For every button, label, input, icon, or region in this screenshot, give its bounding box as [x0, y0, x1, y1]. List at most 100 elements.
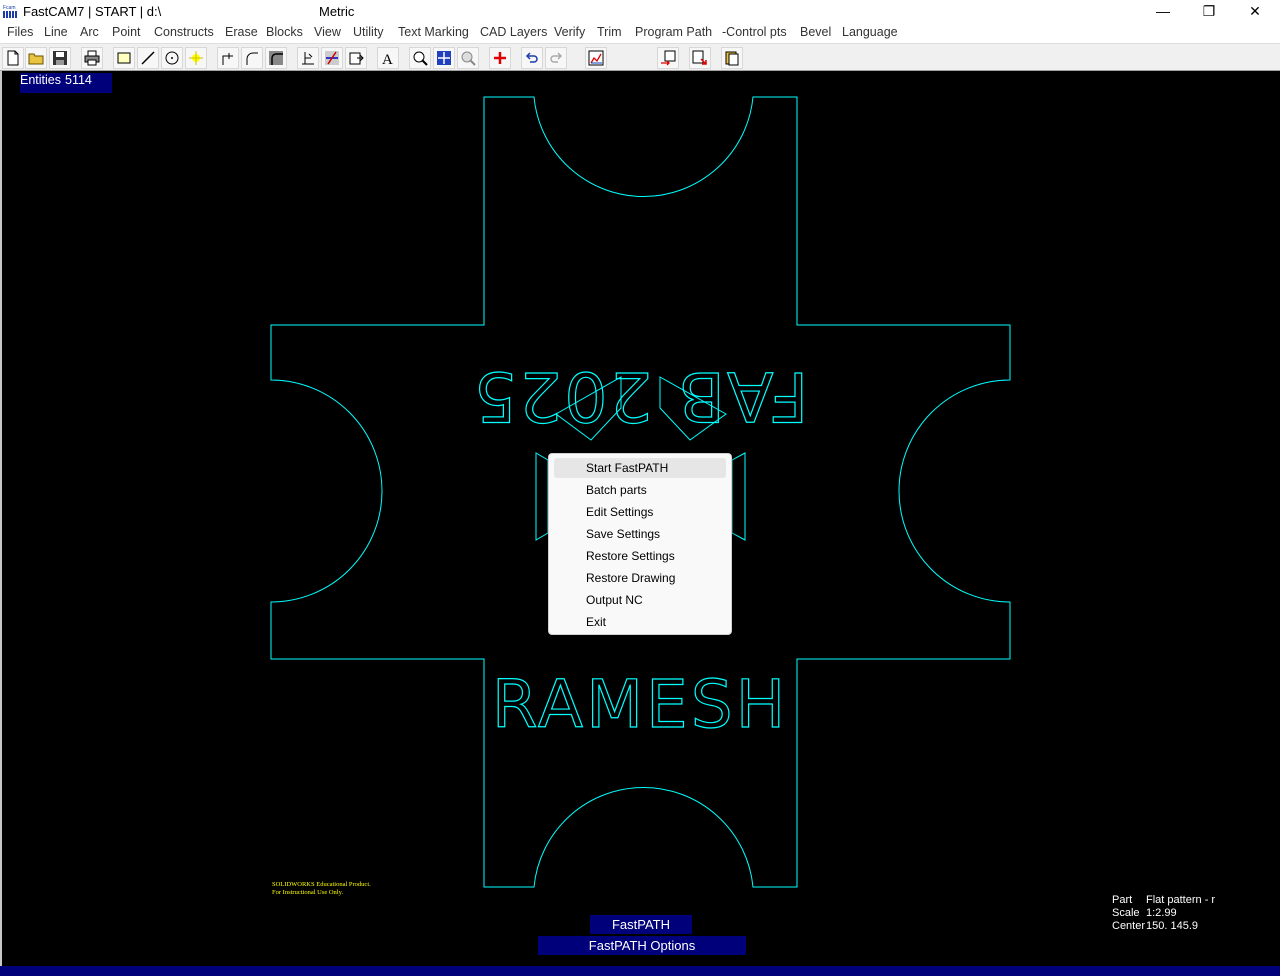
export-button[interactable]: [689, 47, 711, 69]
menu-language[interactable]: Language: [842, 25, 898, 39]
fastpath-label: FastPATH: [590, 915, 692, 934]
line-icon: [141, 51, 155, 65]
line-button[interactable]: [137, 47, 159, 69]
library-icon: [725, 51, 739, 66]
menu-point[interactable]: Point: [112, 25, 141, 39]
part-value: Flat pattern - r: [1146, 894, 1216, 906]
open-folder-icon: [28, 53, 44, 65]
side-wedge-left: [535, 452, 549, 541]
side-wedge-right: [731, 452, 746, 541]
print-button[interactable]: [81, 47, 103, 69]
block-insert-icon: [349, 52, 364, 65]
fillet-button[interactable]: [217, 47, 239, 69]
zoom-previous-button[interactable]: [457, 47, 479, 69]
menu-verify[interactable]: Verify: [554, 25, 585, 39]
arc-icon: [246, 52, 258, 65]
menu-exit[interactable]: Exit: [554, 612, 726, 632]
center-value: 150. 145.9: [1146, 920, 1198, 932]
circle-icon: [165, 51, 179, 65]
text-button[interactable]: A: [377, 47, 399, 69]
scale-label: Scale: [1112, 907, 1140, 919]
svg-text:A: A: [382, 52, 393, 66]
menu-view[interactable]: View: [314, 25, 341, 39]
menu-control-pts[interactable]: -Control pts: [722, 25, 787, 39]
zoom-all-icon: [437, 51, 451, 65]
fillet-icon: [222, 53, 233, 65]
add-cross-button[interactable]: [489, 47, 511, 69]
fastpath-context-menu: Start FastPATH Batch parts Edit Settings…: [548, 453, 732, 635]
menu-bevel[interactable]: Bevel: [800, 25, 831, 39]
library-button[interactable]: [721, 47, 743, 69]
menu-files[interactable]: Files: [7, 25, 33, 39]
window-title: FastCAM7 | START | d:\: [23, 4, 162, 19]
entities-label: Entities: [20, 73, 61, 87]
title-bar: Fcam FastCAM7 | START | d:\ Metric — ❐ ✕: [0, 0, 1280, 22]
menu-output-nc[interactable]: Output NC: [554, 590, 726, 610]
arc-button[interactable]: [241, 47, 263, 69]
menu-blocks[interactable]: Blocks: [266, 25, 303, 39]
menu-bar: Files Line Arc Point Constructs Erase Bl…: [0, 22, 1280, 43]
circle-button[interactable]: [161, 47, 183, 69]
chamfer-button[interactable]: [265, 47, 287, 69]
menu-erase[interactable]: Erase: [225, 25, 258, 39]
save-icon: [53, 51, 67, 65]
engraved-text-bottom: RAMESH: [492, 666, 789, 743]
point-star-icon: [189, 51, 203, 65]
scale-value: 1:2.99: [1146, 907, 1177, 919]
menu-restore-settings[interactable]: Restore Settings: [554, 546, 726, 566]
part-info: Part Flat pattern - r Scale 1:2.99 Center1…: [1112, 894, 1215, 933]
units-label: Metric: [319, 4, 355, 19]
menu-restore-drawing[interactable]: Restore Drawing: [554, 568, 726, 588]
new-file-button[interactable]: [2, 47, 24, 69]
zoom-previous-icon: [461, 51, 476, 66]
entities-counter: Entities 5114: [20, 73, 112, 93]
point-button[interactable]: [185, 47, 207, 69]
new-file-icon: [7, 50, 19, 66]
zoom-all-button[interactable]: [433, 47, 455, 69]
rectangle-button[interactable]: [113, 47, 135, 69]
bottom-status-strip: [0, 966, 1280, 976]
zoom-window-button[interactable]: [409, 47, 431, 69]
close-button[interactable]: ✕: [1232, 0, 1278, 22]
add-cross-icon: [494, 52, 506, 64]
cut-button[interactable]: [321, 47, 343, 69]
menu-trim[interactable]: Trim: [597, 25, 622, 39]
maximize-button[interactable]: ❐: [1186, 0, 1232, 22]
print-icon: [84, 50, 100, 66]
menu-utility[interactable]: Utility: [353, 25, 384, 39]
menu-text-marking[interactable]: Text Marking: [398, 25, 469, 39]
menu-edit-settings[interactable]: Edit Settings: [554, 502, 726, 522]
nc-output-icon: [661, 50, 676, 66]
minimize-button[interactable]: —: [1140, 0, 1186, 22]
trim-button[interactable]: [297, 47, 319, 69]
edu-note-line2: For Instructional Use Only.: [272, 889, 344, 896]
part-label: Part: [1112, 894, 1133, 906]
chart-button[interactable]: [585, 47, 607, 69]
edu-note-line1: SOLIDWORKS Educational Product.: [272, 881, 371, 888]
menu-cad-layers[interactable]: CAD Layers: [480, 25, 547, 39]
menu-arc[interactable]: Arc: [80, 25, 99, 39]
undo-button[interactable]: [521, 47, 543, 69]
toolbar: A: [0, 43, 1280, 71]
nc-output-button[interactable]: [657, 47, 679, 69]
rectangle-icon: [117, 52, 131, 64]
undo-icon: [525, 52, 538, 63]
block-insert-button[interactable]: [345, 47, 367, 69]
cut-icon: [325, 51, 339, 65]
engraved-text-top: FAB 2025: [472, 356, 809, 435]
menu-save-settings[interactable]: Save Settings: [554, 524, 726, 544]
menu-line[interactable]: Line: [44, 25, 68, 39]
fastpath-options-button[interactable]: FastPATH Options: [538, 936, 746, 955]
trim-icon: [302, 52, 314, 65]
svg-text:Fcam: Fcam: [3, 5, 16, 11]
text-icon: A: [382, 52, 393, 66]
open-button[interactable]: [25, 47, 47, 69]
menu-program-path[interactable]: Program Path: [635, 25, 712, 39]
save-button[interactable]: [49, 47, 71, 69]
redo-button[interactable]: [545, 47, 567, 69]
fastcam-logo-icon: Fcam: [2, 3, 18, 19]
menu-batch-parts[interactable]: Batch parts: [554, 480, 726, 500]
redo-icon: [550, 52, 563, 63]
menu-start-fastpath[interactable]: Start FastPATH: [554, 458, 726, 478]
menu-constructs[interactable]: Constructs: [154, 25, 214, 39]
